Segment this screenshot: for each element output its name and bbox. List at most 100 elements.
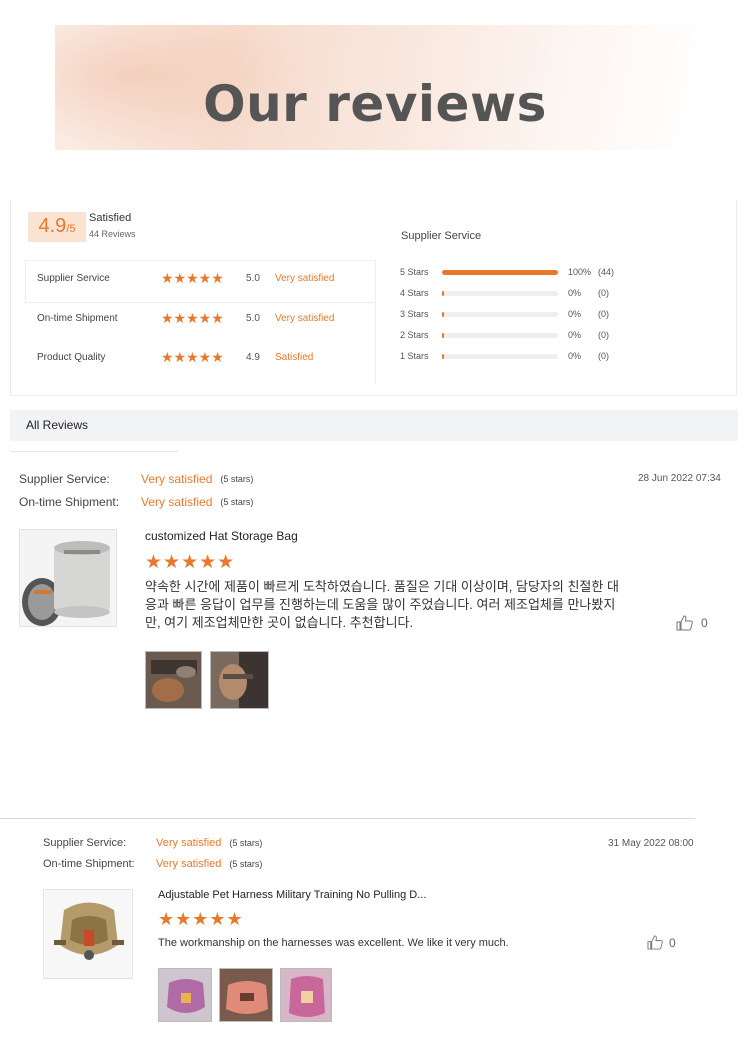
breakdown-count: (0) (598, 288, 609, 298)
breakdown-bar-track (442, 311, 558, 317)
review-separator (0, 818, 695, 819)
reviews-banner: Our reviews (55, 25, 695, 150)
meta-value: Very satisfied (156, 837, 222, 849)
breakdown-label: 1 Stars (400, 351, 429, 361)
meta-note: (5 stars) (229, 859, 263, 869)
review-photo-image (211, 652, 268, 708)
thumbs-up-icon (676, 615, 693, 631)
meta-label: On-time Shipment: (43, 858, 135, 870)
review-date: 31 May 2022 08:00 (608, 838, 694, 849)
divider (25, 260, 26, 302)
rating-label: Supplier Service (37, 272, 110, 284)
meta-note: (5 stars) (220, 474, 254, 484)
rating-row-supplier-service[interactable]: Supplier Service ★★★★★ 5.0 Very satisfie… (37, 270, 334, 286)
rating-description: Satisfied (275, 351, 314, 363)
banner-title: Our reviews (203, 75, 547, 133)
rating-value: 4.9 (246, 351, 260, 363)
divider (25, 302, 374, 303)
breakdown-count: (44) (598, 267, 615, 277)
breakdown-row[interactable]: 3 Stars 0% (0) (400, 308, 628, 320)
review-on-time-shipment: On-time Shipment: Very satisfied (5 star… (43, 858, 262, 870)
product-name-link[interactable]: customized Hat Storage Bag (145, 529, 298, 543)
rating-value: 5.0 (246, 272, 260, 284)
breakdown-bar-fill (442, 353, 444, 359)
tab-all-reviews[interactable]: All Reviews (10, 410, 738, 441)
meta-note: (5 stars) (220, 497, 254, 507)
rating-stars: ★★★★★ (161, 269, 224, 286)
divider (25, 260, 374, 261)
breakdown-label: 4 Stars (400, 288, 429, 298)
meta-value: Very satisfied (141, 472, 213, 486)
review-supplier-service: Supplier Service: Very satisfied (5 star… (19, 472, 253, 486)
breakdown-label: 2 Stars (400, 330, 429, 340)
rating-stars: ★★★★★ (161, 309, 224, 326)
like-button[interactable]: 0 (647, 935, 676, 950)
breakdown-percent: 0% (568, 330, 582, 340)
like-button[interactable]: 0 (676, 615, 708, 631)
breakdown-percent: 0% (568, 351, 582, 361)
like-count: 0 (669, 935, 676, 950)
breakdown-row[interactable]: 2 Stars 0% (0) (400, 329, 628, 341)
breakdown-bar-fill (442, 269, 558, 275)
divider (375, 260, 376, 385)
breakdown-bar-fill (442, 290, 444, 296)
overall-score: 4.9 (38, 215, 67, 237)
rating-description: Very satisfied (275, 272, 335, 284)
review-photo-image (220, 969, 272, 1021)
review-photo[interactable] (158, 968, 212, 1022)
rating-summary-card: 4.9 /5 Satisfied 44 Reviews Supplier Ser… (10, 200, 737, 396)
product-name-link[interactable]: Adjustable Pet Harness Military Training… (158, 889, 426, 901)
rating-stars: ★★★★★ (161, 348, 224, 365)
product-thumbnail[interactable] (19, 529, 117, 627)
review-photo[interactable] (210, 651, 269, 709)
meta-note: (5 stars) (229, 838, 263, 848)
rating-row-product-quality[interactable]: Product Quality ★★★★★ 4.9 Satisfied (37, 349, 313, 365)
review-text: The workmanship on the harnesses was exc… (158, 937, 509, 949)
breakdown-row[interactable]: 1 Stars 0% (0) (400, 350, 628, 362)
breakdown-bar-track (442, 290, 558, 296)
rating-label: Product Quality (37, 351, 106, 363)
overall-satisfaction-label: Satisfied (89, 212, 132, 224)
rating-label: On-time Shipment (37, 312, 118, 324)
rating-row-on-time-shipment[interactable]: On-time Shipment ★★★★★ 5.0 Very satisfie… (37, 310, 334, 326)
overall-score-denominator: /5 (66, 223, 76, 235)
review-photo[interactable] (219, 968, 273, 1022)
meta-label: Supplier Service: (19, 472, 110, 486)
review-on-time-shipment: On-time Shipment: Very satisfied (5 star… (19, 495, 253, 509)
breakdown-count: (0) (598, 351, 609, 361)
breakdown-bar-fill (442, 311, 444, 317)
breakdown-percent: 0% (568, 309, 582, 319)
review-text: 약속한 시간에 제품이 빠르게 도착하였습니다. 품질은 기대 이상이며, 담당… (145, 579, 619, 630)
breakdown-bar-track (442, 353, 558, 359)
meta-value: Very satisfied (141, 495, 213, 509)
breakdown-label: 5 Stars (400, 267, 429, 277)
review-photo[interactable] (145, 651, 202, 709)
product-thumbnail[interactable] (43, 889, 133, 979)
breakdown-count: (0) (598, 309, 609, 319)
tab-underline (10, 451, 178, 452)
thumbs-up-icon (647, 935, 663, 950)
review-stars: ★★★★★ (158, 909, 244, 929)
rating-description: Very satisfied (275, 312, 335, 324)
overall-score-badge: 4.9 /5 (28, 212, 86, 242)
meta-value: Very satisfied (156, 858, 222, 870)
breakdown-row[interactable]: 5 Stars 100% (44) (400, 266, 628, 278)
breakdown-bar-track (442, 269, 558, 275)
review-stars: ★★★★★ (145, 552, 236, 573)
breakdown-row[interactable]: 4 Stars 0% (0) (400, 287, 628, 299)
review-photo-image (146, 652, 201, 708)
meta-label: Supplier Service: (43, 837, 127, 849)
breakdown-title: Supplier Service (401, 230, 482, 242)
breakdown-bar-track (442, 332, 558, 338)
rating-value: 5.0 (246, 312, 260, 324)
review-count: 44 Reviews (89, 229, 136, 239)
breakdown-bar-fill (442, 332, 444, 338)
review-date: 28 Jun 2022 07:34 (638, 473, 721, 484)
review-photo-image (281, 969, 331, 1021)
hat-bag-image (20, 530, 116, 626)
review-photo[interactable] (280, 968, 332, 1022)
breakdown-percent: 100% (568, 267, 592, 277)
breakdown-label: 3 Stars (400, 309, 429, 319)
breakdown-count: (0) (598, 330, 609, 340)
review-supplier-service: Supplier Service: Very satisfied (5 star… (43, 837, 262, 849)
